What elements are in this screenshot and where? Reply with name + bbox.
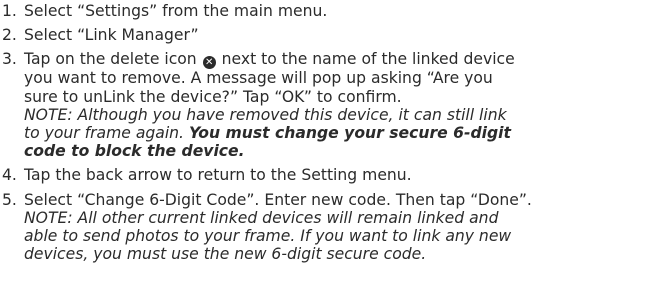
step-2: 2. Select “Link Manager” xyxy=(2,26,656,44)
step-text: Select “Link Manager” xyxy=(24,26,656,44)
step-text: Tap the back arrow to return to the Sett… xyxy=(24,166,656,184)
step-5-note-line-2: able to send photos to your frame. If yo… xyxy=(24,227,512,246)
step-3-line-1: Tap on the delete icon ✕ next to the nam… xyxy=(24,50,652,70)
step-5-line-1: Select “Change 6-Digit Code”. Enter new … xyxy=(24,190,532,209)
instructions-page: 1. Select “Settings” from the main menu.… xyxy=(0,0,656,307)
step-number: 5. xyxy=(2,190,17,209)
step-3-note-line-1: NOTE: Although you have removed this dev… xyxy=(24,105,507,124)
step-text: Select “Settings” from the main menu. xyxy=(24,2,656,20)
step-2-line: Select “Link Manager” xyxy=(24,26,199,45)
step-text: Tap on the delete icon ✕ next to the nam… xyxy=(24,50,656,160)
step-3-line-2: you want to remove. A message will pop u… xyxy=(24,69,493,88)
step-4: 4. Tap the back arrow to return to the S… xyxy=(2,166,656,184)
step-1-line: Select “Settings” from the main menu. xyxy=(24,2,328,20)
step-3-warning-text-end: code to block the device. xyxy=(24,142,245,161)
step-4-line: Tap the back arrow to return to the Sett… xyxy=(24,166,412,185)
step-3-note-line-2: to your frame again. You must change you… xyxy=(24,124,652,142)
step-text: Select “Change 6-Digit Code”. Enter new … xyxy=(24,191,656,264)
step-number: 1. xyxy=(2,2,17,20)
step-5: 5. Select “Change 6-Digit Code”. Enter n… xyxy=(2,191,656,264)
step-3-warning-text: You must change your secure 6-digit xyxy=(188,124,511,143)
step-3-line-1-start: Tap on the delete icon xyxy=(24,50,197,69)
step-number: 2. xyxy=(2,26,17,45)
step-5-note-line-3: devices, you must use the new 6-digit se… xyxy=(24,245,427,264)
step-number: 4. xyxy=(2,166,17,185)
step-3-line-3: sure to unLink the device?” Tap “OK” to … xyxy=(24,87,402,106)
step-3-line-1-end: next to the name of the linked device xyxy=(221,50,515,69)
step-3: 3. Tap on the delete icon ✕ next to the … xyxy=(2,50,656,160)
step-number: 3. xyxy=(2,50,17,69)
step-5-note-line-1: NOTE: All other current linked devices w… xyxy=(24,208,499,227)
step-1: 1. Select “Settings” from the main menu. xyxy=(2,2,656,20)
delete-icon: ✕ xyxy=(202,56,216,70)
step-3-note-line-2-start: to your frame again. xyxy=(24,124,185,143)
